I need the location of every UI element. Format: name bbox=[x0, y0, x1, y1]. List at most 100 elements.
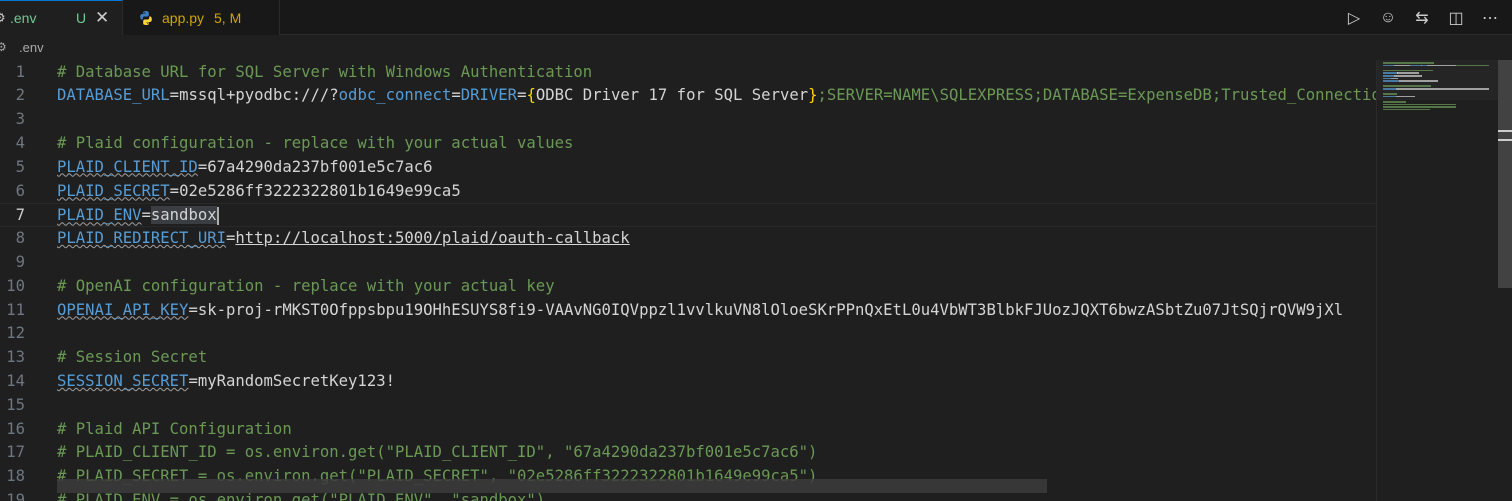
code-token: = bbox=[141, 206, 151, 225]
minimap-line bbox=[1383, 93, 1398, 95]
line-number: 5 bbox=[15, 157, 25, 176]
editor-tab-bar: ⚙ .env U ✕ app.py 5, M ▷ ☺ ⇆ ◫ ⋯ bbox=[0, 0, 1512, 35]
split-editor-icon[interactable]: ◫ bbox=[1444, 6, 1468, 30]
tab-app-py[interactable]: app.py 5, M bbox=[123, 0, 280, 35]
code-line[interactable]: 14 SESSION_SECRET=myRandomSecretKey123! bbox=[0, 370, 1376, 394]
horizontal-scrollbar-thumb[interactable] bbox=[57, 479, 1047, 493]
code-text: # Session Secret bbox=[57, 346, 207, 370]
more-actions-icon[interactable]: ⋯ bbox=[1478, 6, 1502, 30]
line-number: 4 bbox=[15, 133, 25, 152]
code-token: sandbox bbox=[150, 206, 217, 225]
code-token: SESSION_SECRET bbox=[57, 371, 189, 390]
copilot-icon[interactable]: ☺ bbox=[1376, 6, 1400, 30]
code-token: # Session Secret bbox=[57, 348, 208, 367]
code-text: PLAID_ENV=sandbox bbox=[57, 204, 219, 228]
code-line[interactable]: 1 # Database URL for SQL Server with Wind… bbox=[0, 61, 1376, 85]
code-line[interactable]: 5 PLAID_CLIENT_ID=67a4290da237bf001e5c7ac… bbox=[0, 156, 1376, 180]
code-line[interactable]: 3 bbox=[0, 108, 1376, 132]
untracked-status-badge: U bbox=[76, 10, 87, 26]
code-token: DATABASE_URL bbox=[57, 86, 170, 105]
code-text: PLAID_SECRET=02e5286ff3222322801b1649e99… bbox=[57, 180, 461, 204]
run-icon[interactable]: ▷ bbox=[1342, 6, 1366, 30]
code-token: myRandomSecretKey123! bbox=[197, 371, 395, 390]
tab-env-file[interactable]: ⚙ .env U ✕ bbox=[0, 0, 123, 35]
breadcrumb-file[interactable]: .env bbox=[19, 40, 44, 55]
minimap-line bbox=[1394, 64, 1410, 67]
code-text: # Plaid API Configuration bbox=[57, 418, 292, 442]
tab-label: app.py bbox=[162, 9, 205, 26]
code-line[interactable]: 17 # PLAID_CLIENT_ID = os.environ.get("PL… bbox=[0, 441, 1376, 465]
code-token: = bbox=[197, 157, 208, 176]
vertical-scrollbar[interactable] bbox=[1498, 60, 1512, 501]
code-token: http://localhost:5000/plaid/oauth-callba… bbox=[235, 229, 630, 248]
code-line[interactable]: 8 PLAID_REDIRECT_URI=http://localhost:500… bbox=[0, 227, 1376, 251]
line-number: 19 bbox=[6, 490, 25, 501]
code-line[interactable]: 2 DATABASE_URL=mssql+pyodbc:///?odbc_conn… bbox=[0, 84, 1376, 108]
code-line[interactable]: 15 bbox=[0, 394, 1376, 418]
line-number: 10 bbox=[6, 276, 25, 295]
line-number: 13 bbox=[6, 348, 25, 367]
code-token: = bbox=[451, 86, 461, 105]
line-number: 11 bbox=[6, 300, 25, 319]
code-token: # Plaid configuration - replace with you… bbox=[57, 133, 574, 152]
code-line[interactable]: 10 # OpenAI configuration - replace with … bbox=[0, 275, 1376, 299]
minimap-line bbox=[1383, 88, 1396, 90]
modified-status-badge: 5, M bbox=[214, 9, 242, 26]
settings-gear-icon: ⚙ bbox=[0, 10, 6, 26]
code-line[interactable]: 13 # Session Secret bbox=[0, 346, 1376, 370]
code-token: DRIVER bbox=[460, 86, 518, 105]
text-cursor bbox=[216, 206, 219, 225]
code-text: # PLAID_CLIENT_ID = os.environ.get("PLAI… bbox=[57, 441, 817, 465]
line-number: 6 bbox=[15, 181, 25, 200]
code-token: ODBC Driver 17 for SQL Server bbox=[535, 86, 809, 105]
line-number: 16 bbox=[6, 419, 25, 438]
compare-changes-icon[interactable]: ⇆ bbox=[1410, 6, 1434, 30]
code-text: # OpenAI configuration - replace with yo… bbox=[57, 275, 555, 299]
line-number: 17 bbox=[6, 443, 25, 462]
code-line[interactable]: 16 # Plaid API Configuration bbox=[0, 418, 1376, 442]
minimap-line bbox=[1383, 69, 1433, 72]
line-number: 8 bbox=[15, 229, 25, 248]
code-line[interactable]: 12 bbox=[0, 322, 1376, 346]
settings-gear-icon: ⚙ bbox=[0, 40, 7, 54]
scrollbar-marker bbox=[1498, 130, 1512, 132]
code-token: # Plaid API Configuration bbox=[57, 419, 292, 438]
line-number: 15 bbox=[6, 395, 25, 414]
line-number: 18 bbox=[6, 467, 25, 486]
code-line[interactable]: 4 # Plaid configuration - replace with yo… bbox=[0, 132, 1376, 156]
minimap-line bbox=[1392, 77, 1399, 80]
code-line[interactable]: 9 bbox=[0, 251, 1376, 275]
code-text: OPENAI_API_KEY=sk-proj-rMKST0Ofppsbpu19O… bbox=[57, 299, 1343, 323]
code-text: SESSION_SECRET=myRandomSecretKey123! bbox=[57, 370, 395, 394]
code-line[interactable]: 11 OPENAI_API_KEY=sk-proj-rMKST0Ofppsbpu1… bbox=[0, 299, 1376, 323]
line-number: 9 bbox=[15, 252, 25, 271]
minimap-line bbox=[1383, 103, 1456, 106]
code-text: # Database URL for SQL Server with Windo… bbox=[57, 61, 592, 85]
minimap[interactable] bbox=[1376, 60, 1499, 501]
code-token: PLAID_CLIENT_ID bbox=[57, 157, 198, 176]
code-line[interactable]: 6 PLAID_SECRET=02e5286ff3222322801b1649e9… bbox=[0, 180, 1376, 204]
code-token: PLAID_ENV bbox=[57, 206, 142, 225]
close-tab-icon[interactable]: ✕ bbox=[95, 8, 109, 28]
minimap-line bbox=[1396, 95, 1416, 98]
minimap-line bbox=[1400, 80, 1438, 82]
code-token: = bbox=[169, 86, 180, 105]
minimap-line bbox=[1383, 72, 1397, 74]
code-text: # Plaid configuration - replace with you… bbox=[57, 132, 573, 156]
vertical-scrollbar-thumb[interactable] bbox=[1498, 60, 1512, 288]
code-token: odbc_connect bbox=[338, 86, 452, 105]
minimap-line bbox=[1383, 64, 1394, 67]
line-number: 1 bbox=[15, 62, 25, 81]
code-text: DATABASE_URL=mssql+pyodbc:///?odbc_conne… bbox=[57, 84, 1376, 108]
minimap-line bbox=[1383, 101, 1406, 103]
code-line[interactable]: 7 PLAID_ENV=sandbox bbox=[0, 203, 1376, 228]
code-text: PLAID_CLIENT_ID=67a4290da237bf001e5c7ac6 bbox=[57, 156, 433, 180]
line-number: 12 bbox=[6, 324, 25, 343]
code-token: 02e5286ff3222322801b1649e99ca5 bbox=[179, 181, 461, 200]
line-number: 2 bbox=[15, 86, 25, 105]
tab-label: .env bbox=[10, 10, 37, 26]
code-editor[interactable]: 1 # Database URL for SQL Server with Wind… bbox=[0, 60, 1376, 501]
code-token: # PLAID_CLIENT_ID = os.environ.get("PLAI… bbox=[57, 443, 818, 462]
minimap-line bbox=[1383, 95, 1396, 98]
line-number: 14 bbox=[6, 371, 25, 390]
